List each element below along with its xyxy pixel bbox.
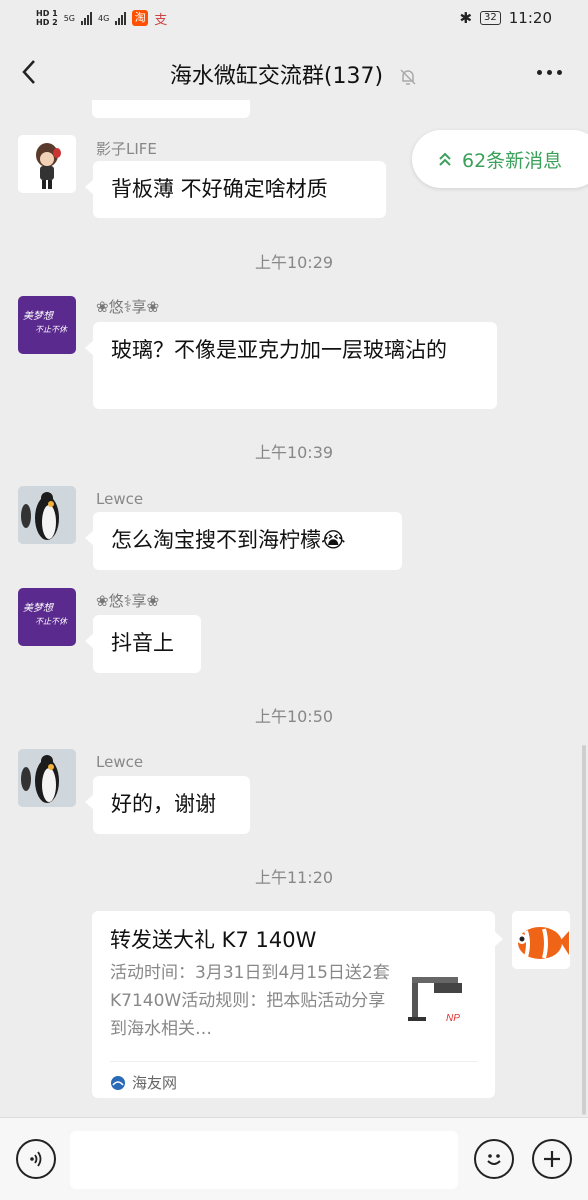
chat-header: 海水微缸交流群(137)	[0, 36, 588, 106]
penguin-avatar-icon	[18, 486, 76, 544]
penguin-avatar-icon	[18, 749, 76, 807]
avatar-calligraphy: 美梦想 不止不休	[23, 311, 67, 334]
timestamp: 上午10:50	[254, 707, 334, 726]
sim-indicators: HD 1 HD 2	[36, 9, 58, 27]
alipay-icon: 支	[154, 12, 168, 28]
voice-icon	[30, 1151, 42, 1167]
taobao-icon: 淘	[132, 10, 149, 26]
avatar-calligraphy: 美梦想 不止不休	[23, 603, 67, 626]
card-title: 转发送大礼 K7 140W	[110, 928, 317, 952]
cartoon-girl-avatar-icon	[18, 135, 76, 193]
card-source: 海友网	[132, 1074, 178, 1092]
battery-icon: 32	[480, 11, 501, 25]
status-bar: HD 1 HD 2 5G 4G 淘 支 ✱ 32 11:20	[0, 0, 588, 36]
sender-name: Lewce	[96, 753, 144, 771]
message-bubble[interactable]: 背板薄 不好确定啥材质	[85, 161, 386, 218]
avatar[interactable]: 美梦想 不止不休	[18, 588, 76, 646]
more-functions-button[interactable]	[532, 1139, 572, 1179]
message-bubble[interactable]: 怎么淘宝搜不到海柠檬😭	[85, 512, 402, 570]
chat-title-row: 海水微缸交流群(137)	[0, 58, 588, 90]
card-description: 活动时间：3月31日到4月15日送2套K7140W活动规则：把本贴活动分享到海水…	[110, 963, 390, 1039]
message-bubble[interactable]: 好的，谢谢	[85, 776, 250, 834]
network-type-1: 5G	[63, 13, 75, 23]
sender-name: ❀悠⚕享❀	[96, 592, 160, 610]
signal-icon	[80, 11, 92, 25]
timestamp: 上午10:39	[254, 443, 334, 462]
sender-name: 影子LIFE	[96, 140, 157, 158]
card-footer: 海友网	[110, 1061, 477, 1093]
smiley-icon	[487, 1154, 501, 1165]
product-thumbnail: NP	[404, 969, 474, 1045]
signal-icon-2	[115, 11, 127, 25]
svg-text:NP: NP	[446, 1013, 460, 1024]
emoji-button[interactable]	[474, 1139, 514, 1179]
avatar[interactable]: 美梦想 不止不休	[18, 296, 76, 354]
plus-icon	[544, 1151, 560, 1167]
avatar[interactable]	[18, 135, 76, 193]
message-bubble[interactable]: 玻璃？不像是亚克力加一层玻璃沾的	[85, 322, 497, 409]
chat-title: 海水微缸交流群(137)	[169, 64, 384, 89]
my-avatar[interactable]	[512, 911, 570, 969]
input-bar	[0, 1117, 588, 1200]
sender-name: ❀悠⚕享❀	[96, 298, 160, 316]
avatar[interactable]	[18, 486, 76, 544]
clownfish-avatar-icon	[512, 911, 570, 969]
sim2-label: HD 2	[36, 18, 58, 27]
clock: 11:20	[508, 9, 552, 27]
previous-message-fragment	[92, 100, 250, 118]
message-bubble[interactable]: 抖音上	[85, 615, 201, 673]
double-chevron-up-icon	[439, 152, 451, 166]
link-card[interactable]: 转发送大礼 K7 140W 活动时间：3月31日到4月15日送2套K7140W活…	[92, 911, 503, 1098]
more-options-icon[interactable]	[537, 70, 562, 75]
message-input[interactable]	[70, 1131, 458, 1189]
scrollbar[interactable]	[582, 745, 586, 1115]
new-messages-label: 62条新消息	[462, 149, 563, 172]
bluetooth-icon: ✱	[459, 9, 473, 27]
haiyou-logo-icon	[111, 1075, 125, 1090]
network-type-2: 4G	[97, 13, 110, 23]
timestamp: 上午10:29	[254, 253, 334, 272]
sim1-label: HD 1	[36, 9, 58, 18]
new-messages-pill[interactable]: 62条新消息	[412, 130, 588, 188]
mute-bell-icon	[400, 69, 416, 85]
sender-name: Lewce	[96, 490, 144, 508]
voice-input-button[interactable]	[16, 1139, 56, 1179]
timestamp: 上午11:20	[254, 868, 334, 887]
avatar[interactable]	[18, 749, 76, 807]
